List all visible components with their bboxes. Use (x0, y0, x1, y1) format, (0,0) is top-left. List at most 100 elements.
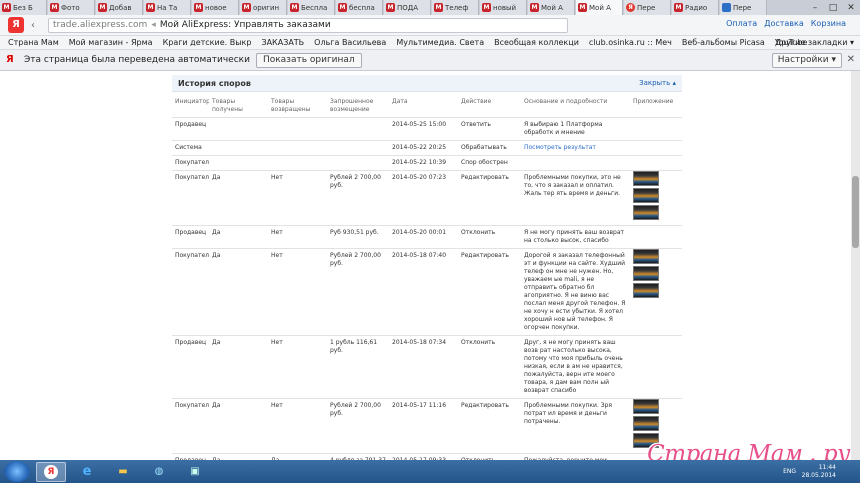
attachment-thumbnail[interactable] (633, 171, 659, 186)
table-row: Продавец Да Нет 1 рубль 116,61 руб. 2014-05-… (172, 335, 682, 399)
browser-tab[interactable]: M Мой А (528, 0, 575, 15)
bookmark-item[interactable]: Краги детские. Выкр (163, 38, 252, 47)
dispute-history-panel: История споров Закрыть ▴ Инициатор Товары… (172, 75, 682, 460)
header-link-payment[interactable]: Оплата (726, 19, 757, 28)
tab-label: новое (205, 3, 227, 12)
start-button[interactable] (4, 461, 30, 482)
cell-action[interactable]: Ответить (458, 118, 521, 141)
browser-tab[interactable]: Mбеспла (336, 0, 383, 15)
cell-attachments (630, 336, 682, 399)
cell-reason[interactable]: Посмотреть результат (521, 141, 630, 156)
minimize-icon[interactable]: – (806, 0, 824, 15)
maximize-icon[interactable]: □ (824, 0, 842, 15)
tab-favicon-icon: M (482, 3, 491, 12)
cell-reason (521, 156, 630, 171)
tab-label: новый (493, 3, 517, 12)
bookmark-item[interactable]: ЗАКАЗАТЬ (261, 38, 304, 47)
browser-tab[interactable]: M Фото (48, 0, 95, 15)
cell-returned (268, 156, 327, 171)
cell-attachments (630, 156, 682, 171)
attachment-thumbnail[interactable] (633, 249, 659, 264)
cell-initiator: Покупатель (175, 159, 209, 166)
cell-refund: Рублей 2 700,00 руб. (330, 252, 381, 267)
cell-action[interactable]: Редактировать (458, 171, 521, 226)
browser-tab[interactable]: M Мой А (576, 0, 623, 15)
yandex-translate-icon: Я (6, 54, 14, 65)
yandex-logo-icon[interactable]: Я (8, 17, 24, 33)
browser-tab[interactable]: Mоригин (240, 0, 287, 15)
bookmark-item[interactable]: Страна Мам (8, 38, 59, 47)
attachment-thumbnail[interactable] (633, 188, 659, 203)
cell-returned: Нет (271, 252, 283, 259)
tab-label: Радио (685, 3, 708, 12)
translate-close-icon[interactable]: ✕ (847, 54, 855, 65)
column-header: Основание и подробности (524, 98, 608, 105)
browser-tab[interactable]: M ПОДА (384, 0, 431, 15)
browser-tab[interactable]: M Телеф (432, 0, 479, 15)
bookmark-item[interactable]: club.osinka.ru :: Меч (589, 38, 672, 47)
dispute-history-table: Инициатор Товары получены Товары возвращен… (172, 92, 682, 460)
attachment-thumbnail[interactable] (633, 399, 659, 414)
tab-favicon-icon: M (434, 3, 443, 12)
back-icon[interactable]: ‹ (24, 20, 42, 31)
bookmarks-more-button[interactable]: Другие закладки ▾ (775, 38, 854, 47)
header-link-delivery[interactable]: Доставка (764, 19, 804, 28)
scrollbar-thumb[interactable] (852, 176, 859, 248)
cell-action[interactable]: Отклонить (458, 336, 521, 399)
taskbar-internet-explorer-icon[interactable]: e (72, 462, 102, 482)
browser-tab[interactable]: Mновое (192, 0, 239, 15)
attachment-thumbnail[interactable] (633, 283, 659, 298)
cell-refund: 1 рубль 116,61 руб. (330, 339, 378, 354)
taskbar-picture-viewer-icon[interactable]: ▣ (180, 462, 210, 482)
browser-tab[interactable]: M Радио (672, 0, 719, 15)
cell-returned: Нет (271, 174, 283, 181)
taskbar-folder-icon[interactable]: ▬ (108, 462, 138, 482)
tab-label: Фото (61, 3, 80, 12)
browser-tab[interactable]: M Беспла (288, 0, 335, 15)
cell-action[interactable]: Редактировать (458, 399, 521, 454)
attachment-thumbnail[interactable] (633, 416, 659, 431)
tab-favicon-icon: M (386, 3, 395, 12)
browser-tab[interactable]: M Без Б (0, 0, 47, 15)
cell-action[interactable]: Обрабатывать (458, 141, 521, 156)
tab-favicon-icon: M (290, 3, 299, 12)
page-scrollbar[interactable] (851, 71, 860, 460)
table-row: Продавец Да Нет Руб 930,51 руб. 2014-05-20 0… (172, 225, 682, 249)
cell-refund: Рублей 2 700,00 руб. (330, 174, 381, 189)
translate-settings-button[interactable]: Настройки ▾ (771, 53, 842, 68)
table-header-row: Инициатор Товары получены Товары возвращен… (172, 92, 682, 118)
cell-action[interactable]: Спор обострен (458, 156, 521, 171)
cell-date: 2014-05-20 00:01 (392, 229, 447, 236)
cell-date: 2014-05-25 15:00 (392, 121, 447, 128)
attachment-thumbnail[interactable] (633, 266, 659, 281)
url-field[interactable]: trade.aliexpress.com ◂ Мой AliExpress: У… (48, 17, 568, 33)
attachment-thumbnail[interactable] (633, 205, 659, 220)
cell-returned (268, 141, 327, 156)
window-controls: – □ ✕ (806, 0, 860, 15)
browser-tab[interactable]: M Добав (96, 0, 143, 15)
taskbar-yandex-browser-icon[interactable]: Я (36, 461, 66, 482)
browser-tab[interactable]: Я Пере (624, 0, 671, 15)
taskbar-globe-icon[interactable]: ◍ (144, 462, 174, 482)
browser-tab[interactable]: M На Та (144, 0, 191, 15)
bookmark-item[interactable]: Веб-альбомы Picasa (682, 38, 765, 47)
bookmark-item[interactable]: Ольга Васильева (314, 38, 386, 47)
taskbar-clock[interactable]: 11:44 28.05.2014 (802, 464, 836, 480)
close-icon[interactable]: ✕ (842, 0, 860, 15)
browser-tab[interactable]: Mновый (480, 0, 527, 15)
bookmark-item[interactable]: Мультимедиа. Света (396, 38, 484, 47)
cell-returned (268, 118, 327, 141)
bookmark-item[interactable]: Всеобщая коллекци (494, 38, 579, 47)
cell-received (209, 118, 268, 141)
cell-action[interactable]: Отклонить (458, 226, 521, 249)
bookmark-item[interactable]: Мой магазин - Ярмa (69, 38, 153, 47)
taskbar-language[interactable]: ENG (783, 468, 796, 475)
header-link-cart[interactable]: Корзина (811, 19, 846, 28)
url-domain: trade.aliexpress.com (53, 20, 148, 30)
table-row: Покупатель 2014-05-22 10:39 Спор обострен (172, 155, 682, 171)
cell-action[interactable]: Редактировать (458, 249, 521, 336)
browser-tab[interactable]: Пере (720, 0, 767, 15)
dispute-history-close-link[interactable]: Закрыть ▴ (639, 79, 676, 87)
tab-favicon-icon: M (530, 3, 539, 12)
show-original-button[interactable]: Показать оригинал (255, 52, 362, 68)
